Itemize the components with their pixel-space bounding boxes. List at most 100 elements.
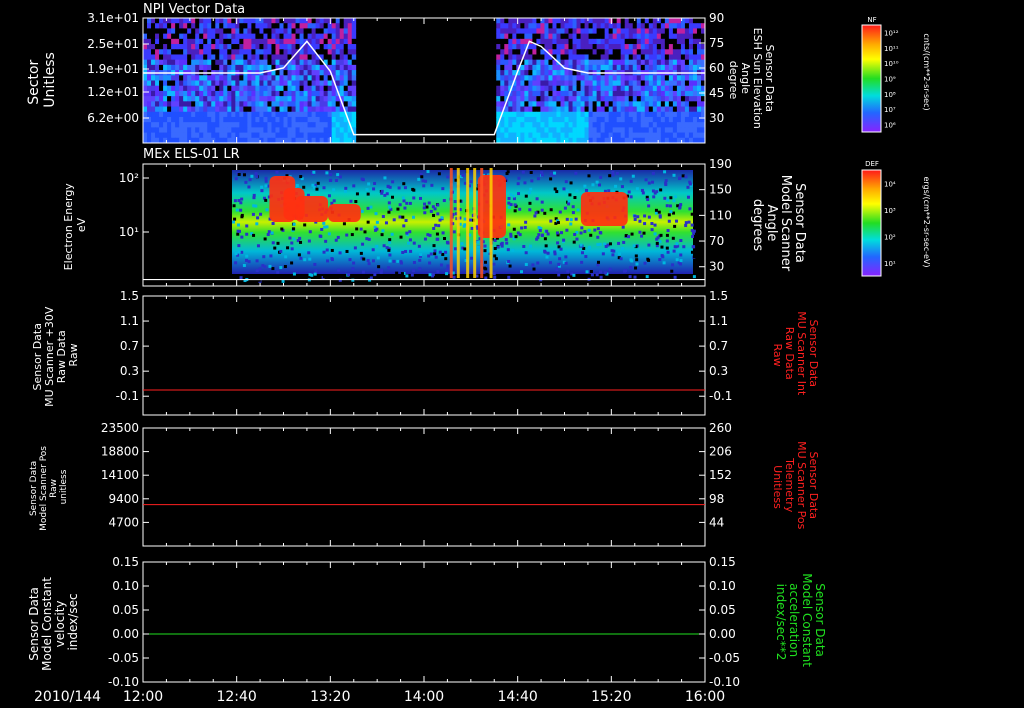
npi-spectrogram-cell bbox=[223, 44, 228, 50]
npi-spectrogram-cell bbox=[191, 28, 196, 35]
npi-spectrogram-cell bbox=[588, 59, 593, 66]
npi-spectrogram-cell bbox=[528, 101, 533, 107]
npi-spectrogram-cell bbox=[552, 132, 557, 139]
els-noise-cell bbox=[633, 214, 637, 218]
npi-spectrogram-cell bbox=[311, 23, 317, 29]
els-noise-cell bbox=[269, 254, 273, 258]
els-noise-cell bbox=[299, 240, 303, 244]
npi-spectrogram-cell bbox=[251, 18, 256, 24]
npi-spectrogram-cell bbox=[536, 54, 541, 61]
npi-spectrogram-cell bbox=[191, 38, 196, 45]
els-noise-cell bbox=[388, 240, 392, 244]
npi-spectrogram-cell bbox=[640, 18, 646, 24]
npi-spectrogram-cell bbox=[335, 33, 341, 40]
els-noise-cell bbox=[536, 235, 540, 239]
npi-spectrogram-cell bbox=[512, 111, 517, 118]
npi-spectrogram-cell bbox=[644, 44, 650, 50]
npi-spectrogram-cell bbox=[664, 85, 670, 92]
els-noise-cell bbox=[452, 230, 456, 234]
npi-spectrogram-cell bbox=[648, 54, 654, 61]
els-noise-cell bbox=[242, 263, 246, 267]
npi-spectrogram-cell bbox=[504, 49, 509, 55]
npi-spectrogram-cell bbox=[323, 70, 329, 76]
els-noise-cell bbox=[237, 250, 241, 254]
npi-spectrogram-cell bbox=[247, 116, 252, 123]
npi-spectrogram-cell bbox=[596, 33, 602, 40]
npi-spectrogram-cell bbox=[347, 85, 353, 92]
els-noise-cell bbox=[596, 235, 600, 239]
npi-spectrogram-cell bbox=[195, 33, 200, 40]
npi-spectrogram-cell bbox=[516, 111, 521, 118]
npi-spectrogram-cell bbox=[664, 44, 670, 50]
npi-spectrogram-cell bbox=[636, 90, 642, 97]
npi-spectrogram-cell bbox=[163, 44, 168, 50]
npi-spectrogram-cell bbox=[656, 116, 662, 123]
npi-spectrogram-cell bbox=[568, 59, 573, 66]
npi-spectrogram-cell bbox=[275, 54, 280, 61]
npi-spectrogram-cell bbox=[243, 96, 248, 102]
els-noise-cell bbox=[528, 191, 532, 195]
els-noise-cell bbox=[329, 173, 333, 177]
npi-spectrogram-cell bbox=[243, 33, 248, 40]
npi-spectrogram-cell bbox=[219, 75, 224, 81]
npi-spectrogram-cell bbox=[524, 59, 529, 66]
npi-spectrogram-cell bbox=[215, 85, 220, 92]
npi-spectrogram-cell bbox=[279, 70, 284, 76]
npi-spectrogram-cell bbox=[572, 111, 577, 118]
npi-spectrogram-cell bbox=[624, 33, 630, 40]
npi-spectrogram-cell bbox=[223, 127, 228, 133]
npi-spectrogram-cell bbox=[620, 106, 626, 113]
els-noise-cell bbox=[673, 224, 677, 228]
npi-spectrogram-cell bbox=[223, 101, 228, 107]
npi-spectrogram-cell bbox=[612, 59, 618, 66]
time-tick-label: 14:00 bbox=[404, 689, 444, 705]
npi-spectrogram-cell bbox=[199, 80, 204, 87]
npi-spectrogram-cell bbox=[151, 85, 156, 92]
npi-spectrogram-cell bbox=[564, 101, 569, 107]
npi-spectrogram-cell bbox=[319, 132, 325, 139]
npi-spectrogram-cell bbox=[576, 85, 581, 92]
npi-spectrogram-cell bbox=[231, 75, 236, 81]
els-noise-cell bbox=[492, 272, 496, 276]
npi-spectrogram-cell bbox=[568, 90, 573, 97]
npi-spectrogram-cell bbox=[171, 28, 176, 35]
els-noise-cell bbox=[431, 273, 435, 277]
npi-spectrogram-cell bbox=[572, 33, 577, 40]
npi-spectrogram-cell bbox=[684, 33, 690, 40]
npi-spectrogram-cell bbox=[516, 122, 521, 128]
npi-spectrogram-cell bbox=[179, 49, 184, 55]
npi-spectrogram-cell bbox=[223, 59, 228, 66]
npi-spectrogram-cell bbox=[167, 23, 172, 29]
els-noise-cell bbox=[397, 186, 401, 190]
npi-spectrogram-cell bbox=[147, 49, 152, 55]
els-noise-cell bbox=[239, 276, 243, 280]
npi-spectrogram-cell bbox=[648, 44, 654, 50]
mu-scanner-raw-frame bbox=[142, 295, 706, 416]
els-noise-cell bbox=[302, 185, 306, 189]
npi-spectrogram-cell bbox=[600, 85, 606, 92]
npi-spectrogram-cell bbox=[347, 80, 353, 87]
npi-spectrogram-cell bbox=[227, 23, 232, 29]
els-noise-cell bbox=[647, 204, 651, 208]
npi-spectrogram-cell bbox=[548, 106, 553, 113]
npi-spectrogram-cell bbox=[171, 80, 176, 87]
npi-spectrogram-cell bbox=[632, 28, 638, 35]
y-tick-label: 30 bbox=[709, 260, 724, 274]
npi-spectrogram-cell bbox=[536, 116, 541, 123]
npi-spectrogram-cell bbox=[171, 90, 176, 97]
npi-spectrogram-cell bbox=[592, 44, 598, 50]
npi-spectrogram-cell bbox=[319, 64, 325, 71]
npi-spectrogram-cell bbox=[496, 96, 501, 102]
els-noise-cell bbox=[401, 196, 405, 200]
npi-spectrogram-cell bbox=[612, 54, 618, 61]
npi-spectrogram-cell bbox=[299, 111, 304, 118]
npi-spectrogram-cell bbox=[580, 116, 585, 123]
npi-spectrogram-cell bbox=[211, 106, 216, 113]
els-noise-cell bbox=[523, 181, 527, 185]
els-noise-cell bbox=[237, 244, 241, 248]
npi-spectrogram-cell bbox=[351, 106, 357, 113]
npi-spectrogram-cell bbox=[159, 44, 164, 50]
npi-spectrogram-cell bbox=[319, 33, 325, 40]
els-noise-cell bbox=[252, 204, 256, 208]
npi-spectrogram-cell bbox=[251, 85, 256, 92]
